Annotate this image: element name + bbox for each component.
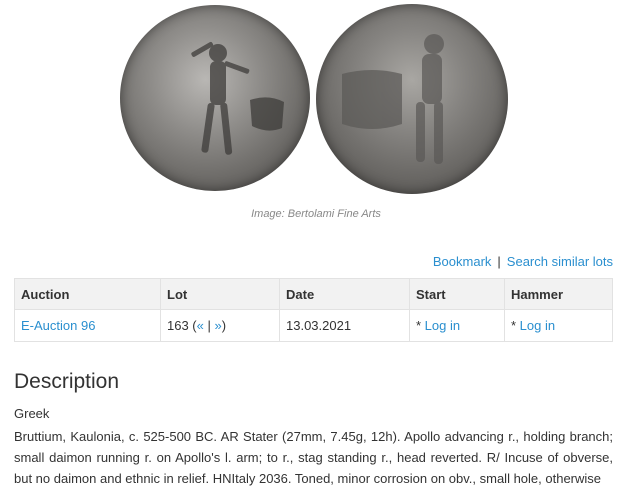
table-row: E-Auction 96 163 (« | ») 13.03.2021 * Lo… — [14, 309, 613, 342]
lot-close-paren: ) — [221, 318, 227, 333]
next-lot-link[interactable]: » — [214, 318, 221, 333]
header-hammer: Hammer — [504, 278, 613, 310]
coin-obverse-image[interactable] — [120, 5, 310, 191]
cell-date: 13.03.2021 — [279, 309, 410, 342]
actions-separator: | — [497, 254, 501, 269]
lot-actions: Bookmark | Search similar lots — [433, 254, 613, 269]
auction-link[interactable]: E-Auction 96 — [21, 318, 95, 333]
image-caption: Image: Bertolami Fine Arts — [251, 208, 381, 220]
obverse-figure — [191, 42, 284, 155]
hammer-login-link[interactable]: Log in — [520, 318, 555, 333]
hammer-prefix: * — [511, 318, 520, 333]
reverse-figure — [342, 34, 444, 164]
coin-images — [0, 0, 632, 200]
header-date: Date — [279, 278, 410, 310]
search-similar-link[interactable]: Search similar lots — [507, 254, 613, 269]
coin-reverse-image[interactable] — [316, 4, 508, 194]
lot-nav-separator: | — [203, 318, 215, 333]
cell-hammer: * Log in — [504, 309, 613, 342]
cell-lot: 163 (« | ») — [160, 309, 280, 342]
cell-start: * Log in — [409, 309, 505, 342]
header-start: Start — [409, 278, 505, 310]
lot-table: Auction Lot Date Start Hammer E-Auction … — [14, 278, 613, 342]
previous-lot-link[interactable]: « — [197, 318, 204, 333]
description-text: Bruttium, Kaulonia, c. 525-500 BC. AR St… — [14, 429, 613, 486]
header-auction: Auction — [14, 278, 161, 310]
table-header-row: Auction Lot Date Start Hammer — [14, 278, 613, 310]
start-login-link[interactable]: Log in — [425, 318, 460, 333]
lot-number: 163 ( — [167, 318, 197, 333]
description-category: Greek — [14, 406, 50, 421]
header-lot: Lot — [160, 278, 280, 310]
cell-auction: E-Auction 96 — [14, 309, 161, 342]
start-prefix: * — [416, 318, 425, 333]
description-heading: Description — [14, 370, 120, 393]
bookmark-link[interactable]: Bookmark — [433, 254, 492, 269]
